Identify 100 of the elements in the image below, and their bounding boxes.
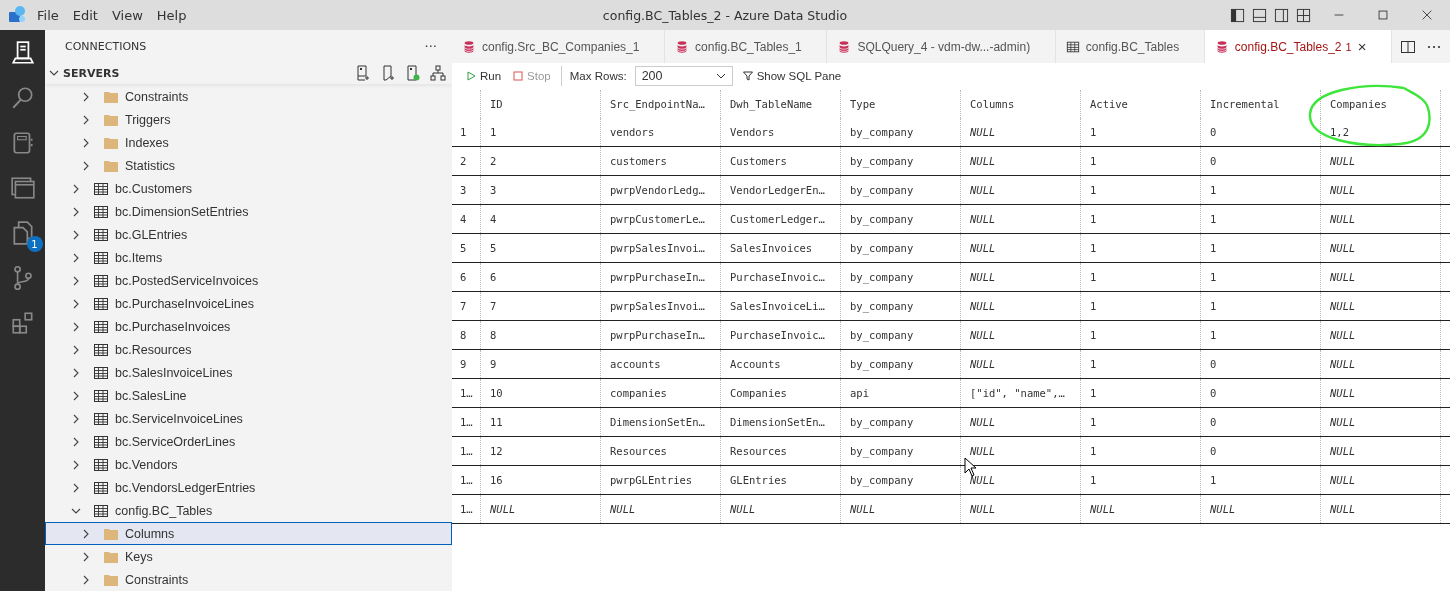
new-connection-icon[interactable]	[355, 65, 371, 82]
panel-layout-icon[interactable]	[1252, 7, 1267, 23]
chevron-icon[interactable]	[71, 229, 81, 240]
editor-tab[interactable]: config.BC_Tables	[1055, 30, 1205, 63]
split-layout-icon[interactable]	[1274, 7, 1289, 23]
table-cell: api	[841, 379, 961, 407]
close-icon[interactable]	[1420, 8, 1434, 22]
tree-item[interactable]: bc.GLEntries	[45, 223, 452, 246]
table-cell: by_company	[841, 292, 961, 320]
server-status-icon[interactable]	[405, 65, 421, 82]
table-cell: pwrpCustomerLe…	[601, 205, 721, 233]
chevron-icon[interactable]	[81, 551, 91, 562]
row-number: 1…	[452, 408, 481, 436]
show-sql-pane-button[interactable]: Show SQL Pane	[740, 70, 844, 82]
column-header[interactable]: Companies	[1321, 90, 1441, 118]
chevron-icon[interactable]	[71, 321, 81, 332]
maximize-icon[interactable]	[1376, 8, 1390, 22]
server-icon[interactable]	[9, 40, 36, 66]
sidebar-layout-icon[interactable]	[1230, 7, 1245, 23]
chevron-icon[interactable]	[71, 183, 81, 194]
table-cell: NULL	[961, 321, 1081, 349]
table-icon	[93, 364, 109, 381]
chevron-icon[interactable]	[71, 344, 81, 355]
chevron-icon[interactable]	[71, 390, 81, 401]
section-header[interactable]: SERVERS	[63, 66, 120, 80]
tree-item[interactable]: bc.PostedServiceInvoices	[45, 269, 452, 292]
menu-item[interactable]: View	[111, 7, 143, 23]
chevron-icon[interactable]	[71, 275, 81, 286]
run-button[interactable]: Run	[464, 70, 504, 82]
editor-tab[interactable]: config.BC_Tables_1	[665, 30, 828, 63]
chevron-icon[interactable]	[81, 114, 91, 125]
chevron-icon[interactable]	[81, 91, 91, 102]
chevron-icon[interactable]	[71, 482, 81, 493]
windows-icon[interactable]	[9, 175, 36, 201]
chevron-icon[interactable]	[81, 528, 91, 539]
hierarchy-icon[interactable]	[430, 65, 446, 82]
more-actions-button[interactable]: ···	[424, 38, 437, 54]
tree-item[interactable]: bc.PurchaseInvoiceLines	[45, 292, 452, 315]
tree-item[interactable]: Statistics	[45, 154, 452, 177]
table-cell: DimensionSetEn…	[601, 408, 721, 436]
table-cell: 1	[1201, 321, 1321, 349]
max-rows-dropdown[interactable]: 200	[634, 66, 733, 86]
split-editor-icon[interactable]	[1400, 38, 1417, 55]
tree-item[interactable]: bc.Vendors	[45, 453, 452, 476]
menu-item[interactable]: Help	[156, 7, 187, 23]
tree-item[interactable]: Indexes	[45, 131, 452, 154]
column-header[interactable]: Columns	[961, 90, 1081, 118]
table-cell: NULL	[1081, 495, 1201, 523]
editor-tab[interactable]: config.BC_Tables_2 1 ×	[1204, 30, 1393, 63]
tree-item[interactable]: bc.DimensionSetEntries	[45, 200, 452, 223]
tree-item[interactable]: bc.SalesLine	[45, 384, 452, 407]
new-server-group-icon[interactable]	[380, 65, 396, 82]
table-icon	[93, 203, 109, 220]
table-cell: 2	[481, 147, 601, 175]
tree-item[interactable]: bc.Customers	[45, 177, 452, 200]
chevron-icon[interactable]	[71, 206, 81, 217]
tree-item[interactable]: Keys	[45, 545, 452, 568]
tree-item[interactable]: Constraints	[45, 85, 452, 108]
tree-item[interactable]: bc.Items	[45, 246, 452, 269]
chevron-icon[interactable]	[71, 252, 81, 263]
tree-item[interactable]: bc.Resources	[45, 338, 452, 361]
chevron-icon[interactable]	[71, 413, 81, 424]
table-cell: Companies	[721, 379, 841, 407]
tree-item[interactable]: bc.SalesInvoiceLines	[45, 361, 452, 384]
tree-item[interactable]: Constraints	[45, 568, 452, 591]
column-header[interactable]: Src_EndpointNa…	[601, 90, 721, 118]
chevron-icon[interactable]	[71, 367, 81, 378]
menu-item[interactable]: Edit	[72, 7, 98, 23]
tree-item[interactable]: Columns	[45, 522, 452, 545]
chevron-icon[interactable]	[71, 298, 81, 309]
table-cell: Customers	[721, 147, 841, 175]
tree-item[interactable]: bc.ServiceInvoiceLines	[45, 407, 452, 430]
tree-item[interactable]: bc.ServiceOrderLines	[45, 430, 452, 453]
chevron-icon[interactable]	[81, 574, 91, 585]
table-cell: 1	[1081, 379, 1201, 407]
table-cell: 1	[1201, 205, 1321, 233]
table-cell: 1	[1201, 292, 1321, 320]
chevron-icon[interactable]	[81, 137, 91, 148]
tree-item[interactable]: bc.VendorsLedgerEntries	[45, 476, 452, 499]
column-header[interactable]: Dwh_TableName	[721, 90, 841, 118]
table-cell: NULL	[961, 350, 1081, 378]
chevron-icon[interactable]	[71, 459, 81, 470]
chevron-icon[interactable]	[71, 436, 81, 447]
column-header[interactable]: Incremental	[1201, 90, 1321, 118]
window-title: config.BC_Tables_2 - Azure Data Studio	[601, 7, 849, 23]
editor-tab[interactable]: config.Src_BC_Companies_1	[452, 30, 666, 63]
editor-tab[interactable]: SQLQuery_4 - vdm-dw...-admin)	[827, 30, 1056, 63]
column-header[interactable]: ID	[481, 90, 601, 118]
table-cell: NULL	[1321, 147, 1441, 175]
column-header[interactable]: Active	[1081, 90, 1201, 118]
chevron-icon[interactable]	[81, 160, 91, 171]
tree-item[interactable]: Triggers	[45, 108, 452, 131]
table-cell: by_company	[841, 176, 961, 204]
tree-item[interactable]: bc.PurchaseInvoices	[45, 315, 452, 338]
column-header[interactable]: Type	[841, 90, 961, 118]
tree-item[interactable]: config.BC_Tables	[45, 499, 452, 522]
menu-item[interactable]: File	[37, 7, 59, 23]
grid-layout-icon[interactable]	[1296, 7, 1311, 23]
table-cell: 6	[481, 263, 601, 291]
table-cell: 1,2	[1321, 118, 1441, 146]
